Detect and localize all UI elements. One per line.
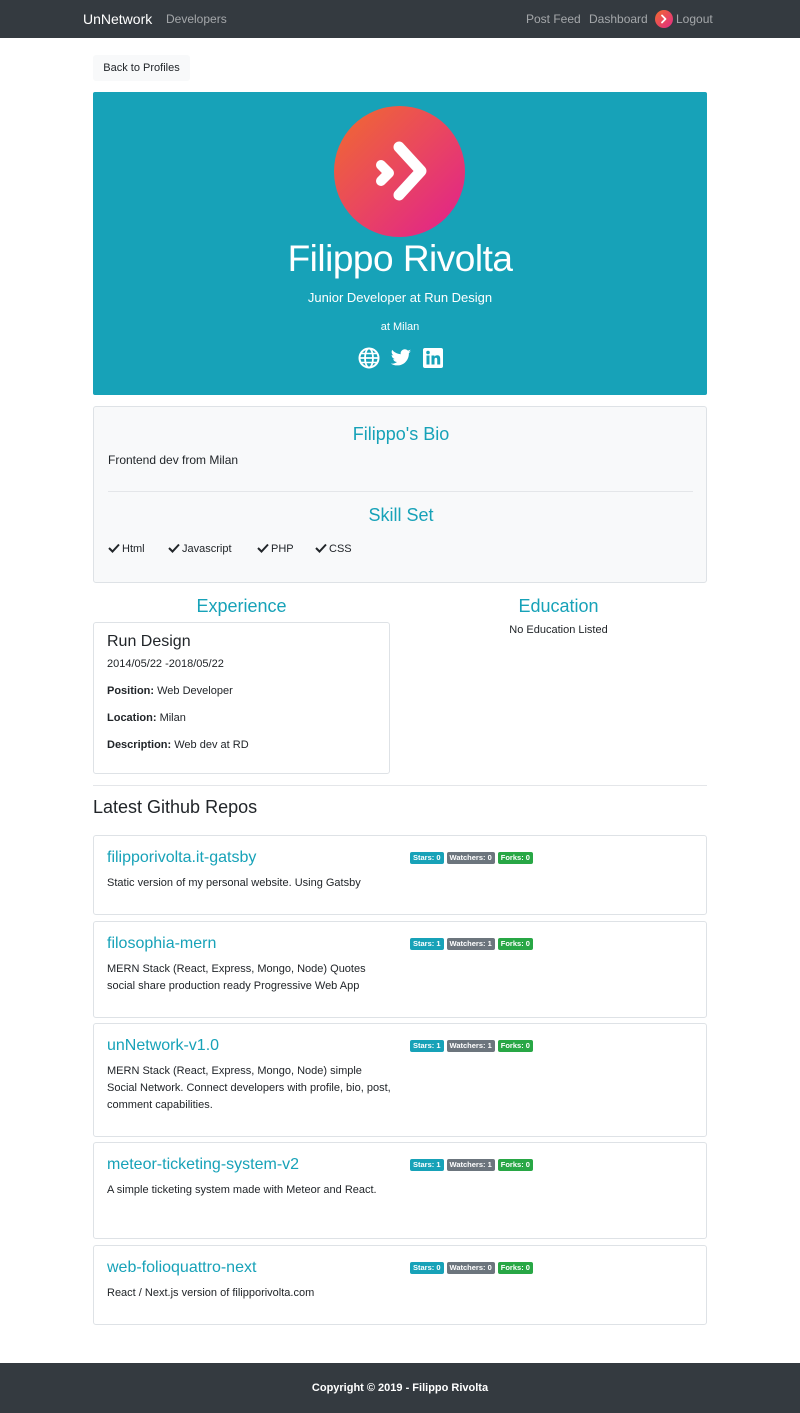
skill-item: PHP <box>257 543 294 555</box>
skill-item: Javascript <box>168 543 232 555</box>
divider <box>93 785 707 786</box>
repo-card: meteor-ticketing-system-v2 A simple tick… <box>93 1142 707 1239</box>
experience-location: Location: Milan <box>107 712 186 724</box>
linkedin-icon[interactable] <box>422 347 444 374</box>
nav-developers-link[interactable]: Developers <box>166 12 227 26</box>
repo-description: Static version of my personal website. U… <box>107 877 361 889</box>
stars-badge: Stars: 0 <box>410 1262 444 1274</box>
repo-link[interactable]: filosophia-mern <box>107 935 216 953</box>
brand-link[interactable]: UnNetwork <box>83 11 152 27</box>
repo-badges: Stars: 1 Watchers: 1 Forks: 0 <box>410 1040 536 1052</box>
repo-link[interactable]: filipporivolta.it-gatsby <box>107 849 256 867</box>
nav-post-feed-link[interactable]: Post Feed <box>526 12 581 26</box>
repo-badges: Stars: 0 Watchers: 0 Forks: 0 <box>410 1262 536 1274</box>
stars-badge: Stars: 0 <box>410 852 444 864</box>
repos-title: Latest Github Repos <box>93 797 258 817</box>
social-links <box>358 347 448 369</box>
stars-badge: Stars: 1 <box>410 1159 444 1171</box>
repo-description: React / Next.js version of filipporivolt… <box>107 1287 315 1299</box>
globe-icon[interactable] <box>358 347 380 374</box>
repo-link[interactable]: unNetwork-v1.0 <box>107 1037 219 1055</box>
check-icon <box>315 543 327 553</box>
check-icon <box>168 543 180 553</box>
education-title: Education <box>518 596 599 616</box>
repo-badges: Stars: 1 Watchers: 1 Forks: 0 <box>410 1159 536 1171</box>
divider <box>108 491 693 492</box>
nav-dashboard-link[interactable]: Dashboard <box>589 12 648 26</box>
skill-item: Html <box>108 543 145 555</box>
repo-card: web-folioquattro-next React / Next.js ve… <box>93 1245 707 1325</box>
profile-status: Junior Developer at Run Design <box>307 290 493 305</box>
profile-location: at Milan <box>380 321 420 333</box>
experience-card: Run Design 2014/05/22 -2018/05/22 Positi… <box>93 622 390 774</box>
watchers-badge: Watchers: 0 <box>446 1262 495 1274</box>
watchers-badge: Watchers: 1 <box>446 1040 495 1052</box>
repo-badges: Stars: 1 Watchers: 1 Forks: 0 <box>410 938 536 950</box>
education-empty-text: No Education Listed <box>509 624 608 636</box>
twitter-icon[interactable] <box>390 347 412 374</box>
chevron-logo-icon <box>376 141 427 201</box>
skill-set-title: Skill Set <box>368 505 434 525</box>
forks-badge: Forks: 0 <box>497 1040 533 1052</box>
bio-card: Filippo's Bio Frontend dev from Milan Sk… <box>93 406 707 583</box>
repo-link[interactable]: web-folioquattro-next <box>107 1259 256 1277</box>
repo-link[interactable]: meteor-ticketing-system-v2 <box>107 1156 299 1174</box>
repo-card: filosophia-mern MERN Stack (React, Expre… <box>93 921 707 1018</box>
stars-badge: Stars: 1 <box>410 1040 444 1052</box>
navbar: UnNetwork Developers Post Feed Dashboard… <box>0 0 800 38</box>
repo-badges: Stars: 0 Watchers: 0 Forks: 0 <box>410 852 536 864</box>
experience-dates: 2014/05/22 -2018/05/22 <box>107 658 224 670</box>
watchers-badge: Watchers: 1 <box>446 1159 495 1171</box>
experience-description: Description: Web dev at RD <box>107 739 249 751</box>
profile-avatar <box>334 106 465 237</box>
experience-company: Run Design <box>107 633 191 650</box>
profile-header: Filippo Rivolta Junior Developer at Run … <box>93 92 707 395</box>
footer: Copyright © 2019 - Filippo Rivolta <box>0 1363 800 1413</box>
forks-badge: Forks: 0 <box>497 1262 533 1274</box>
nav-logout-link[interactable]: Logout <box>676 12 713 26</box>
experience-title: Experience <box>196 596 287 616</box>
forks-badge: Forks: 0 <box>497 1159 533 1171</box>
repo-description: MERN Stack (React, Express, Mongo, Node)… <box>107 963 366 992</box>
experience-position: Position: Web Developer <box>107 685 233 697</box>
profile-name: Filippo Rivolta <box>287 238 513 279</box>
repo-card: unNetwork-v1.0 MERN Stack (React, Expres… <box>93 1023 707 1137</box>
skill-item: CSS <box>315 543 352 555</box>
bio-text: Frontend dev from Milan <box>108 453 239 467</box>
watchers-badge: Watchers: 0 <box>446 852 495 864</box>
stars-badge: Stars: 1 <box>410 938 444 950</box>
back-to-profiles-button[interactable]: Back to Profiles <box>93 55 190 81</box>
repo-description: MERN Stack (React, Express, Mongo, Node)… <box>107 1065 391 1111</box>
forks-badge: Forks: 0 <box>497 852 533 864</box>
chevron-logo-icon <box>661 14 667 24</box>
repo-description: A simple ticketing system made with Mete… <box>107 1184 377 1196</box>
bio-title: Filippo's Bio <box>352 424 450 444</box>
forks-badge: Forks: 0 <box>497 938 533 950</box>
repo-card: filipporivolta.it-gatsby Static version … <box>93 835 707 915</box>
watchers-badge: Watchers: 1 <box>446 938 495 950</box>
check-icon <box>108 543 120 553</box>
check-icon <box>257 543 269 553</box>
user-avatar[interactable] <box>655 10 673 28</box>
